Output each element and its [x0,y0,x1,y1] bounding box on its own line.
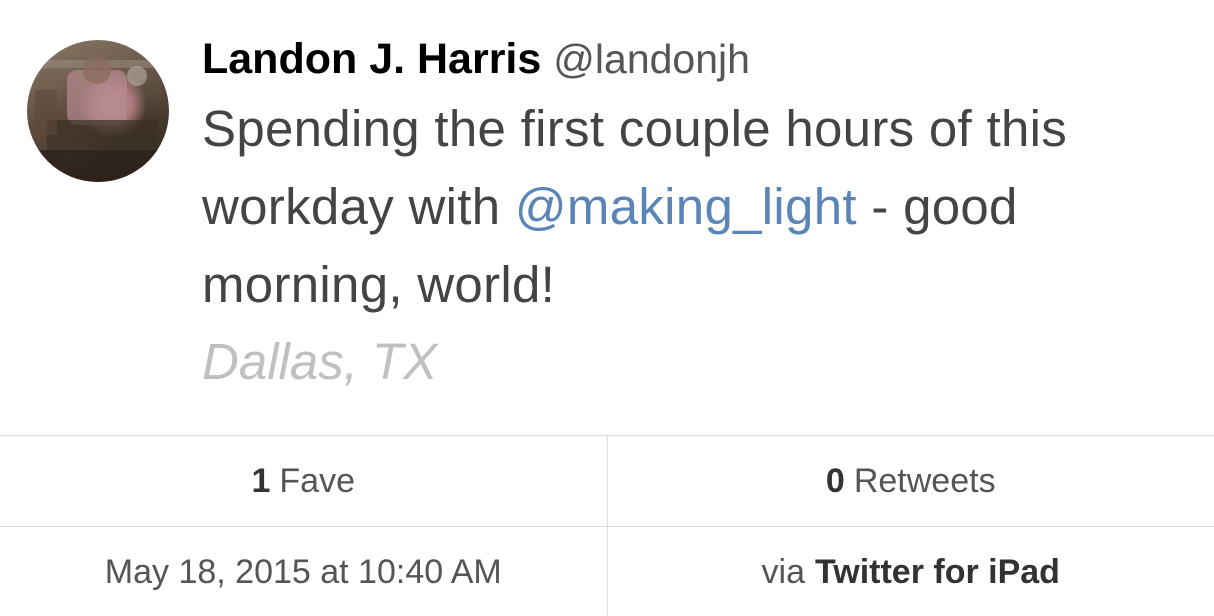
tweet-stats-table: 1 Fave 0 Retweets May 18, 2015 at 10:40 AM… [0,435,1214,616]
faves-count: 1 [251,461,271,500]
timestamp: May 18, 2015 at 10:40 AM [0,527,608,616]
stats-row: 1 Fave 0 Retweets [0,436,1214,527]
retweets-button[interactable]: 0 Retweets [608,436,1214,526]
avatar[interactable] [27,40,169,182]
retweets-label: Retweets [853,461,996,500]
tweet-text: Spending the first couple hours of this … [202,90,1162,324]
author-name[interactable]: Landon J. Harris [202,35,541,83]
author-handle[interactable]: @landonjh [553,36,750,82]
meta-row: May 18, 2015 at 10:40 AM via Twitter for … [0,527,1214,616]
client-name[interactable]: Twitter for iPad [815,553,1060,592]
tweet-location[interactable]: Dallas, TX [202,330,1162,394]
retweets-count: 0 [825,461,845,500]
tweet-detail: Landon J. Harris @landonjh Spending the f… [0,0,1214,616]
timestamp-text: May 18, 2015 at 10:40 AM [104,552,502,591]
faves-label: Fave [279,461,355,500]
faves-button[interactable]: 1 Fave [0,436,608,526]
author-line[interactable]: Landon J. Harris @landonjh [202,30,1162,88]
via-prefix: via [761,552,805,591]
mention-link[interactable]: @making_light [515,178,857,235]
tweet-body: Landon J. Harris @landonjh Spending the f… [202,30,1162,394]
avatar-photo-icon [27,56,169,182]
client-source[interactable]: via Twitter for iPad [608,527,1214,616]
